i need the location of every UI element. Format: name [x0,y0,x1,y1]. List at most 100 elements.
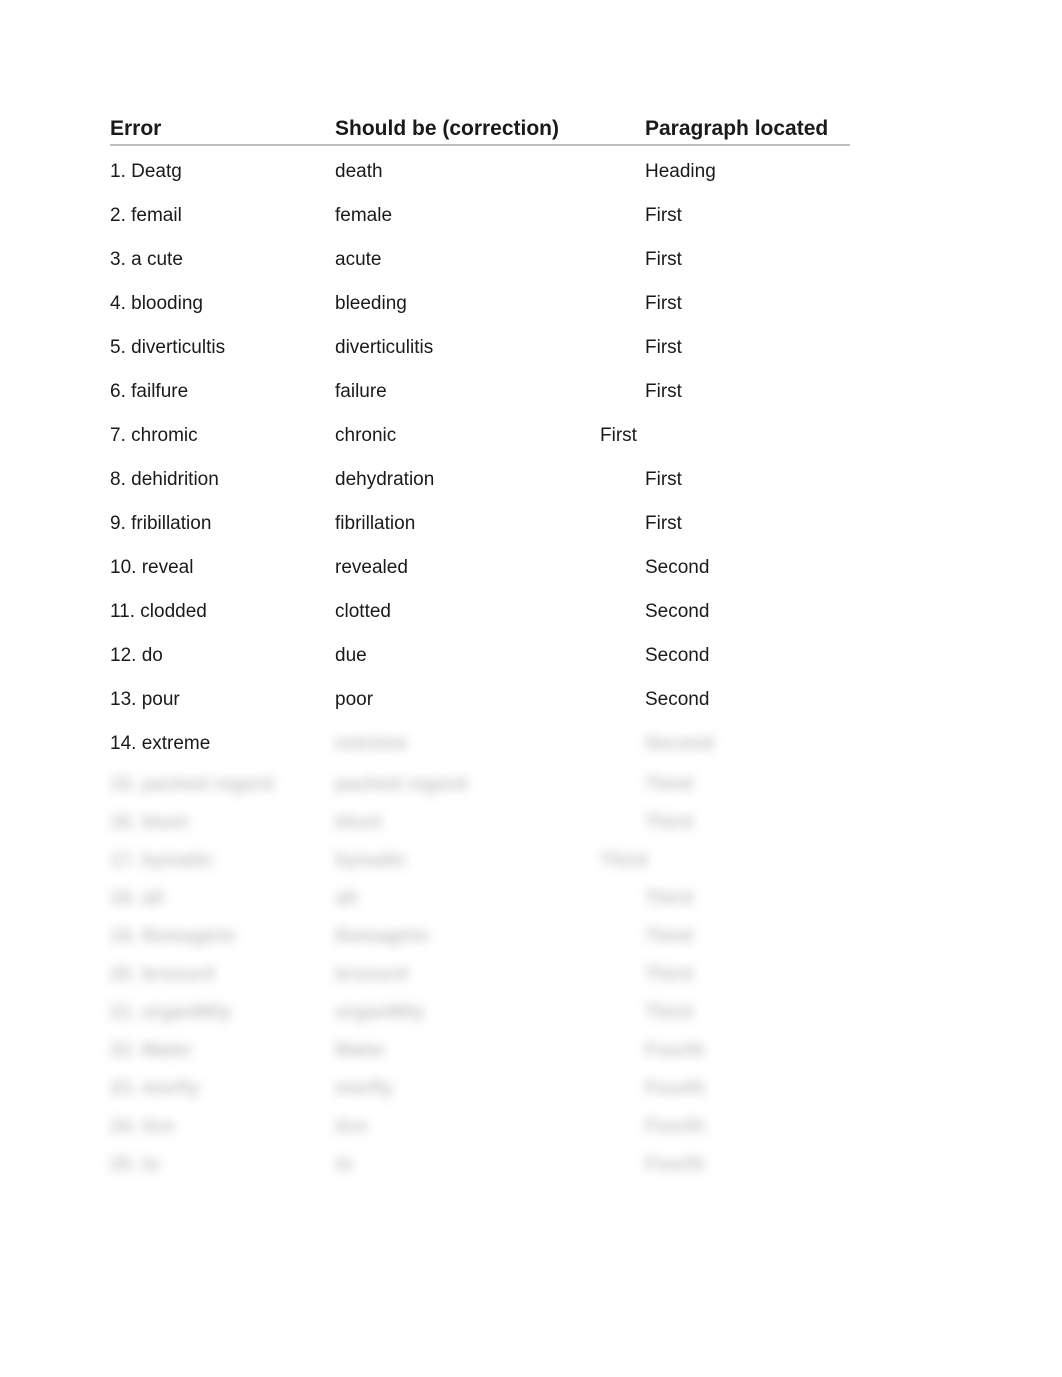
error-cell: 11. clodded [110,590,335,634]
location-cell: First [645,282,850,326]
location-cell: Third [645,766,850,804]
table-row: 7. chromicchronicFirst [110,414,952,458]
table-row: 15. pached regordpached regordThird [110,766,952,804]
location-cell: First [645,238,850,282]
correction-cell: revealed [335,546,645,590]
error-cell: 25. to [110,1146,335,1184]
table-row: 20. bronurdbronurdThird [110,956,952,994]
correction-cell: tice [335,1108,645,1146]
correction-cell: blunt [335,804,645,842]
table-row: 14. extremeextremeSecond [110,722,952,766]
error-cell: 24. tice [110,1108,335,1146]
location-cell: Heading [645,150,850,194]
table-row: 3. a cuteacuteFirst [110,238,952,282]
correction-cell: poor [335,678,645,722]
table-row: 6. failfurefailureFirst [110,370,952,414]
table-row: 11. cloddedclottedSecond [110,590,952,634]
error-cell: 14. extreme [110,722,335,766]
location-cell: Second [645,590,850,634]
correction-cell: organMily [335,994,645,1032]
correction-cell: chronic [335,414,645,458]
table-row: 16. bluntbluntThird [110,804,952,842]
table-row: 23. morfiymorflyFourth [110,1070,952,1108]
correction-cell: death [335,150,645,194]
table-row: 1. DeatgdeathHeading [110,150,952,194]
location-cell: Third [645,804,850,842]
table-row: 18. altaltThird [110,880,952,918]
error-cell: 10. reveal [110,546,335,590]
correction-cell: due [335,634,645,678]
table-row: 4. bloodingbleedingFirst [110,282,952,326]
error-cell: 6. failfure [110,370,335,414]
table-row: 10. revealrevealedSecond [110,546,952,590]
table-row: 17. bynadicbynadicThird [110,842,952,880]
location-cell: Second [645,546,850,590]
error-cell: 1. Deatg [110,150,335,194]
location-cell: Third [645,956,850,994]
location-cell: Second [645,722,850,766]
header-correction: Should be (correction) [335,115,645,146]
location-cell: First [645,502,850,546]
table-row: 25. totoFourth [110,1146,952,1184]
correction-cell: bynadic [335,842,645,880]
header-error: Error [110,115,335,146]
error-cell: 13. pour [110,678,335,722]
table-row: 12. dodueSecond [110,634,952,678]
table-row: 13. pourpoorSecond [110,678,952,722]
correction-cell: pached regord [335,766,645,804]
error-cell: 19. Remagtrin [110,918,335,956]
error-cell: 4. blooding [110,282,335,326]
location-cell: Third [600,842,805,880]
correction-cell: alt [335,880,645,918]
error-cell: 12. do [110,634,335,678]
location-cell: Third [645,880,850,918]
location-cell: Fourth [645,1146,850,1184]
correction-cell: clotted [335,590,645,634]
error-cell: 15. pached regord [110,766,335,804]
table-row: 9. fribillationfibrillationFirst [110,502,952,546]
correction-cell: fibrillation [335,502,645,546]
correction-cell: female [335,194,645,238]
error-cell: 17. bynadic [110,842,335,880]
table-row: 8. dehidritiondehydrationFirst [110,458,952,502]
corrections-table: Error Should be (correction) Paragraph l… [110,115,952,1184]
correction-cell: to [335,1146,645,1184]
correction-cell: acute [335,238,645,282]
location-cell: First [645,194,850,238]
location-cell: Fourth [645,1070,850,1108]
error-cell: 18. alt [110,880,335,918]
location-cell: First [600,414,805,458]
correction-cell: extreme [335,722,645,766]
location-cell: First [645,458,850,502]
location-cell: Second [645,634,850,678]
error-cell: 23. morfiy [110,1070,335,1108]
location-cell: Fourth [645,1032,850,1070]
error-cell: 5. diverticultis [110,326,335,370]
correction-cell: failure [335,370,645,414]
correction-cell: bronurd [335,956,645,994]
error-cell: 16. blunt [110,804,335,842]
correction-cell: morfly [335,1070,645,1108]
correction-cell: Mater [335,1032,645,1070]
location-cell: First [645,326,850,370]
error-cell: 2. femail [110,194,335,238]
correction-cell: dehydration [335,458,645,502]
location-cell: Second [645,678,850,722]
correction-cell: diverticulitis [335,326,645,370]
table-row: 21. organMilyorganMilyThird [110,994,952,1032]
table-row: 2. femailfemaleFirst [110,194,952,238]
table-body: 1. DeatgdeathHeading2. femailfemaleFirst… [110,150,952,1184]
error-cell: 21. organMily [110,994,335,1032]
header-location: Paragraph located [645,115,850,146]
error-cell: 20. bronurd [110,956,335,994]
error-cell: 9. fribillation [110,502,335,546]
correction-cell: bleeding [335,282,645,326]
error-cell: 3. a cute [110,238,335,282]
location-cell: Third [645,994,850,1032]
location-cell: Third [645,918,850,956]
error-cell: 22. Mater [110,1032,335,1070]
table-row: 19. RemagtrinRemagtrinThird [110,918,952,956]
error-cell: 8. dehidrition [110,458,335,502]
table-row: 5. diverticultisdiverticulitisFirst [110,326,952,370]
location-cell: First [645,370,850,414]
